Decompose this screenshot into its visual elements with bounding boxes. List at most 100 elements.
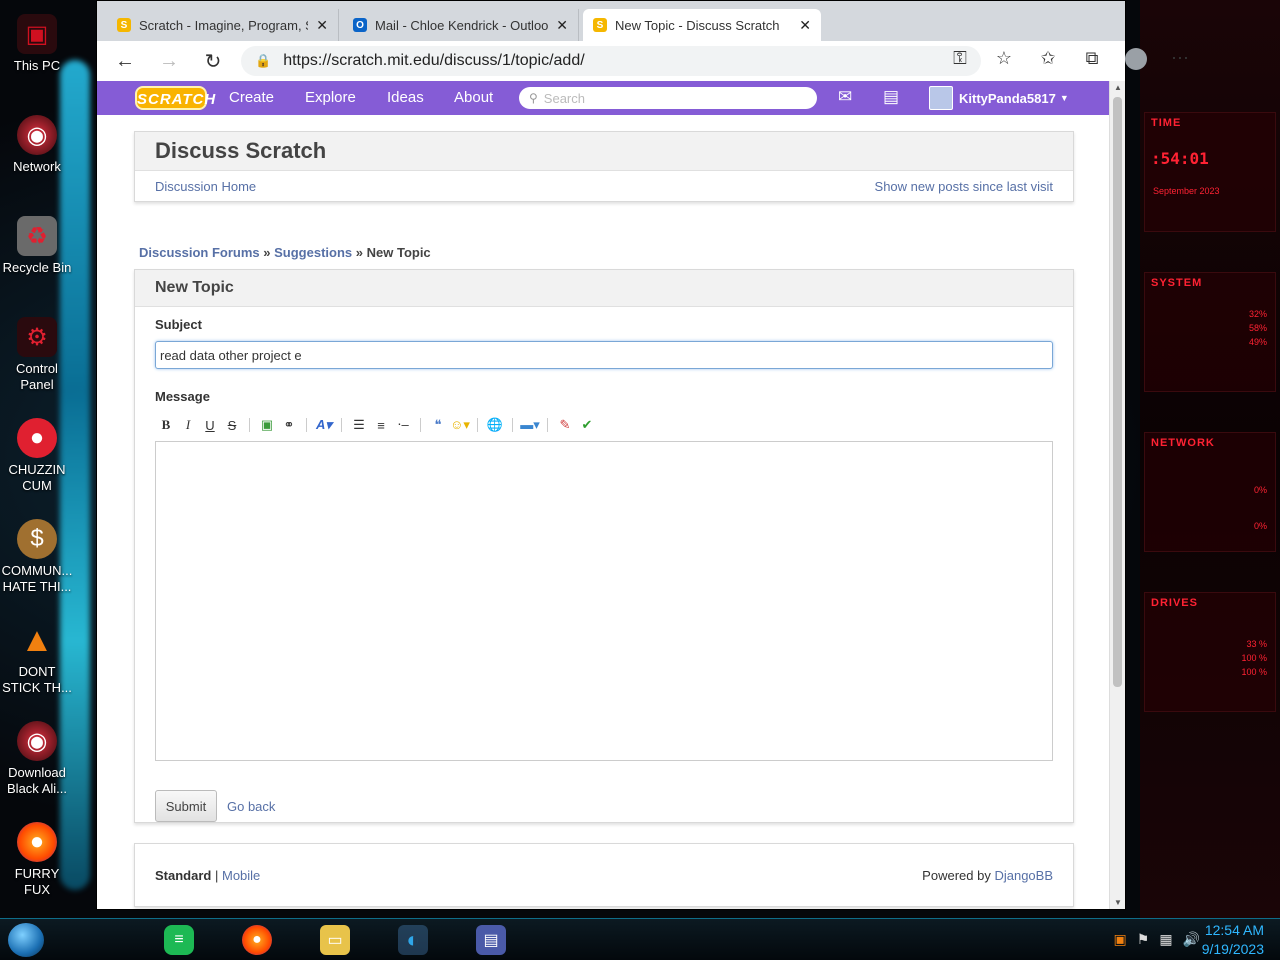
strikethrough-button[interactable]: S bbox=[221, 418, 243, 433]
italic-button[interactable]: I bbox=[177, 417, 199, 433]
app-window-icon[interactable]: ▤ bbox=[476, 925, 506, 955]
scroll-down-icon[interactable]: ▼ bbox=[1110, 898, 1126, 907]
avatar bbox=[929, 86, 953, 110]
message-label: Message bbox=[155, 389, 210, 404]
spotify-icon[interactable]: ≡ bbox=[164, 925, 194, 955]
submit-button[interactable]: Submit bbox=[155, 790, 217, 822]
search-icon: ⚲ bbox=[529, 91, 538, 105]
refresh-icon[interactable]: ↻ bbox=[191, 49, 235, 74]
close-tab-icon[interactable]: ✕ bbox=[556, 17, 568, 34]
messages-icon[interactable]: ✉ bbox=[838, 87, 852, 107]
bullet-list-icon[interactable]: ☰ bbox=[348, 417, 370, 433]
desktop-icon-network[interactable]: ◉ Network bbox=[0, 109, 74, 210]
back-arrow-icon[interactable]: ← bbox=[103, 50, 147, 73]
taskbar-clock[interactable]: 12:54 AM 9/19/2023 bbox=[1202, 921, 1264, 959]
network-widget: NETWORK 0% 0% bbox=[1144, 432, 1276, 552]
numbered-list-icon[interactable]: ≡ bbox=[370, 418, 392, 433]
clock-time: 12:54 AM bbox=[1204, 922, 1264, 938]
scroll-up-icon[interactable]: ▲ bbox=[1110, 83, 1126, 92]
discuss-subnav: Discussion Home Show new posts since las… bbox=[135, 171, 1073, 201]
scratch-blocks-icon[interactable]: ▬▾ bbox=[519, 417, 541, 433]
desktop-icon-chuzzin[interactable]: ● CHUZZIN CUM bbox=[0, 412, 74, 513]
list-item-icon[interactable]: ⋅– bbox=[392, 417, 414, 433]
tray-app-icon[interactable]: ▣ bbox=[1114, 931, 1127, 948]
time-widget: TIME :54:01 September 2023 bbox=[1144, 112, 1276, 232]
lock-icon[interactable]: 🔒 bbox=[255, 53, 271, 69]
breadcrumb-suggestions[interactable]: Suggestions bbox=[274, 245, 352, 260]
globe-icon[interactable]: 🌐 bbox=[484, 417, 506, 433]
collections-icon[interactable]: ⧉ bbox=[1081, 48, 1103, 75]
desktop-icon-furry-fux[interactable]: ● FURRY FUX bbox=[0, 816, 74, 917]
toolbar-divider bbox=[341, 418, 342, 432]
quote-icon[interactable]: ❝ bbox=[427, 417, 449, 433]
toolbar-divider bbox=[249, 418, 250, 432]
nav-explore[interactable]: Explore bbox=[305, 89, 356, 106]
profile-icon[interactable] bbox=[1125, 48, 1147, 75]
desktop-icon-this-pc[interactable]: ▣ This PC bbox=[0, 8, 74, 109]
flag-icon[interactable]: ⚑ bbox=[1137, 931, 1150, 948]
file-explorer-icon[interactable]: ▭ bbox=[320, 925, 350, 955]
font-color-icon[interactable]: A▾ bbox=[313, 417, 335, 433]
add-favorite-icon[interactable]: ☆ bbox=[993, 48, 1015, 75]
key-icon[interactable]: ⚿ bbox=[949, 48, 971, 75]
browser-window: S Scratch - Imagine, Program, Sha ✕ O Ma… bbox=[96, 0, 1189, 910]
desktop-icons: ▣ This PC ◉ Network ♻ Recycle Bin ⚙ Cont… bbox=[0, 8, 74, 917]
desktop-icon-recycle-bin[interactable]: ♻ Recycle Bin bbox=[0, 210, 74, 311]
form-actions: Submit Go back bbox=[155, 790, 1053, 822]
new-topic-title: New Topic bbox=[155, 279, 234, 296]
bold-button[interactable]: B bbox=[155, 417, 177, 433]
clock-date: 9/19/2023 bbox=[1201, 941, 1264, 957]
scratch-favicon: S bbox=[117, 18, 131, 32]
underline-button[interactable]: U bbox=[199, 418, 221, 433]
more-menu-icon[interactable]: ⋯ bbox=[1169, 48, 1191, 75]
show-new-posts-link[interactable]: Show new posts since last visit bbox=[875, 179, 1053, 194]
alienware-widget-panel: TIME :54:01 September 2023 SYSTEM 32% 58… bbox=[1140, 0, 1280, 918]
tab-new-topic[interactable]: S New Topic - Discuss Scratch ✕ bbox=[583, 9, 821, 41]
firefox-icon: ● bbox=[17, 822, 57, 862]
chuzzle-icon: ● bbox=[17, 418, 57, 458]
control-panel-icon: ⚙ bbox=[17, 317, 57, 357]
close-tab-icon[interactable]: ✕ bbox=[799, 17, 811, 34]
start-button[interactable] bbox=[8, 923, 44, 957]
network-tray-icon[interactable]: ▦ bbox=[1159, 931, 1172, 948]
nav-create[interactable]: Create bbox=[229, 89, 274, 106]
scrollbar-thumb[interactable] bbox=[1113, 97, 1122, 687]
subject-input[interactable] bbox=[155, 341, 1053, 369]
firefox-taskbar-icon[interactable]: ● bbox=[242, 925, 272, 955]
nav-about[interactable]: About bbox=[454, 89, 493, 106]
desktop-icon-download-black-ali[interactable]: ◉ Download Black Ali... bbox=[0, 715, 74, 816]
clean-icon[interactable]: ✎ bbox=[554, 417, 576, 433]
link-icon[interactable]: ⚭ bbox=[278, 417, 300, 433]
image-icon[interactable]: ▣ bbox=[256, 417, 278, 433]
djangobb-link[interactable]: DjangoBB bbox=[994, 868, 1053, 883]
url-field[interactable]: 🔒 https://scratch.mit.edu/discuss/1/topi… bbox=[241, 46, 1189, 76]
outlook-favicon: O bbox=[353, 18, 367, 32]
powered-by: Powered by DjangoBB bbox=[922, 867, 1053, 883]
go-back-link[interactable]: Go back bbox=[227, 799, 275, 814]
edge-browser-icon[interactable]: ◐ bbox=[398, 925, 428, 955]
discussion-home-link[interactable]: Discussion Home bbox=[155, 179, 256, 194]
mobile-view-link[interactable]: Mobile bbox=[222, 868, 260, 883]
page-scrollbar[interactable]: ▲ ▼ bbox=[1109, 81, 1125, 909]
scratch-logo[interactable]: SCRATCH bbox=[135, 86, 215, 110]
close-tab-icon[interactable]: ✕ bbox=[316, 17, 328, 34]
new-topic-box: New Topic Subject Message B I U S ▣ ⚭ A▾ bbox=[134, 269, 1074, 823]
desktop-icon-commun[interactable]: $ COMMUN... HATE THI... bbox=[0, 513, 74, 614]
breadcrumb-forums[interactable]: Discussion Forums bbox=[139, 245, 260, 260]
nav-ideas[interactable]: Ideas bbox=[387, 89, 424, 106]
tab-scratch-home[interactable]: S Scratch - Imagine, Program, Sha ✕ bbox=[107, 9, 339, 41]
message-textarea[interactable] bbox=[155, 441, 1053, 761]
desktop-icon-dont-stick[interactable]: ▲ DONT STICK TH... bbox=[0, 614, 74, 715]
forward-arrow-icon[interactable]: → bbox=[147, 50, 191, 73]
desktop-icon-control-panel[interactable]: ⚙ Control Panel bbox=[0, 311, 74, 412]
preview-check-icon[interactable]: ✔ bbox=[576, 417, 598, 433]
tab-strip: S Scratch - Imagine, Program, Sha ✕ O Ma… bbox=[97, 1, 1125, 41]
favorites-icon[interactable]: ✩ bbox=[1037, 48, 1059, 75]
volume-icon[interactable]: 🔊 bbox=[1183, 931, 1200, 948]
search-input[interactable]: ⚲ Search bbox=[519, 87, 817, 109]
my-stuff-icon[interactable]: ▤ bbox=[883, 87, 899, 107]
smiley-icon[interactable]: ☺▾ bbox=[449, 417, 471, 433]
tab-outlook-mail[interactable]: O Mail - Chloe Kendrick - Outlook ✕ bbox=[343, 9, 579, 41]
subject-label: Subject bbox=[155, 317, 202, 332]
user-menu[interactable]: KittyPanda5817 ▼ bbox=[929, 86, 1069, 110]
